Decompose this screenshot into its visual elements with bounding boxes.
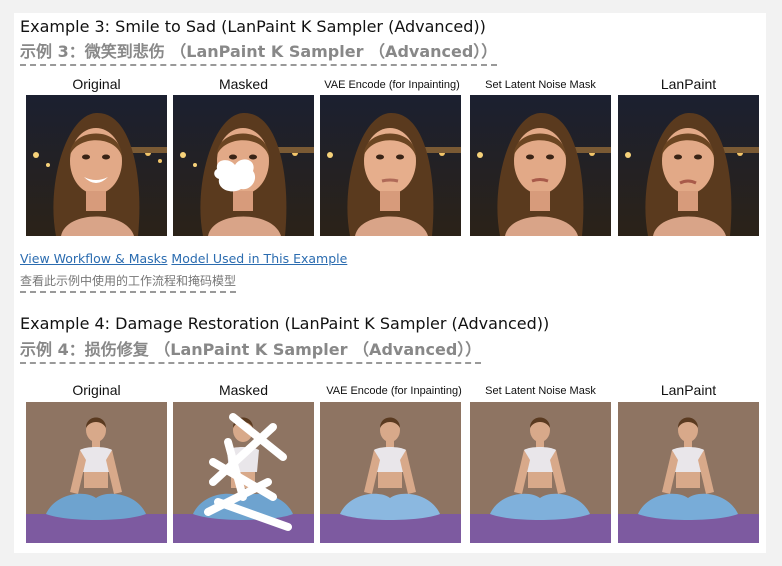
image-original-smile [26, 95, 167, 236]
caption-original: Original [72, 76, 121, 92]
content-page: Example 3: Smile to Sad (LanPaint K Samp… [14, 13, 766, 553]
caption-lanpaint-4: LanPaint [660, 382, 717, 398]
caption-masked-4: Masked [218, 382, 269, 398]
example4-title-zh: 示例 4：损伤修复 （LanPaint K Sampler （Advanced）… [20, 336, 482, 364]
example3-title: Example 3: Smile to Sad (LanPaint K Samp… [20, 17, 486, 36]
example4-title: Example 4: Damage Restoration (LanPaint … [20, 314, 550, 333]
image-lanpaint-yoga [618, 402, 759, 543]
links-row: View Workflow & Masks Model Used in This… [20, 251, 347, 266]
image-masked-smile [173, 95, 314, 236]
caption-lanpaint: LanPaint [660, 76, 717, 92]
caption-latent-noise-mask: Set Latent Noise Mask [485, 79, 596, 91]
image-vae-encode-yoga [320, 402, 461, 543]
example3-title-zh: 示例 3：微笑到悲伤 （LanPaint K Sampler （Advanced… [20, 38, 498, 66]
caption-vae-encode: VAE Encode (for Inpainting) [324, 79, 460, 91]
image-original-yoga [26, 402, 167, 543]
caption-vae-encode-4: VAE Encode (for Inpainting) [326, 385, 462, 397]
view-workflow-link[interactable]: View Workflow & Masks [20, 251, 167, 266]
image-latent-noise-smile [470, 95, 611, 236]
image-masked-yoga [173, 402, 314, 543]
image-vae-encode-smile [320, 95, 461, 236]
caption-latent-noise-mask-4: Set Latent Noise Mask [485, 385, 596, 397]
image-lanpaint-smile [618, 95, 759, 236]
image-latent-noise-yoga [470, 402, 611, 543]
links-note-zh: 查看此示例中使用的工作流程和掩码模型 [20, 272, 237, 293]
caption-masked: Masked [218, 76, 269, 92]
model-used-link[interactable]: Model Used in This Example [171, 251, 347, 266]
caption-original-4: Original [72, 382, 121, 398]
